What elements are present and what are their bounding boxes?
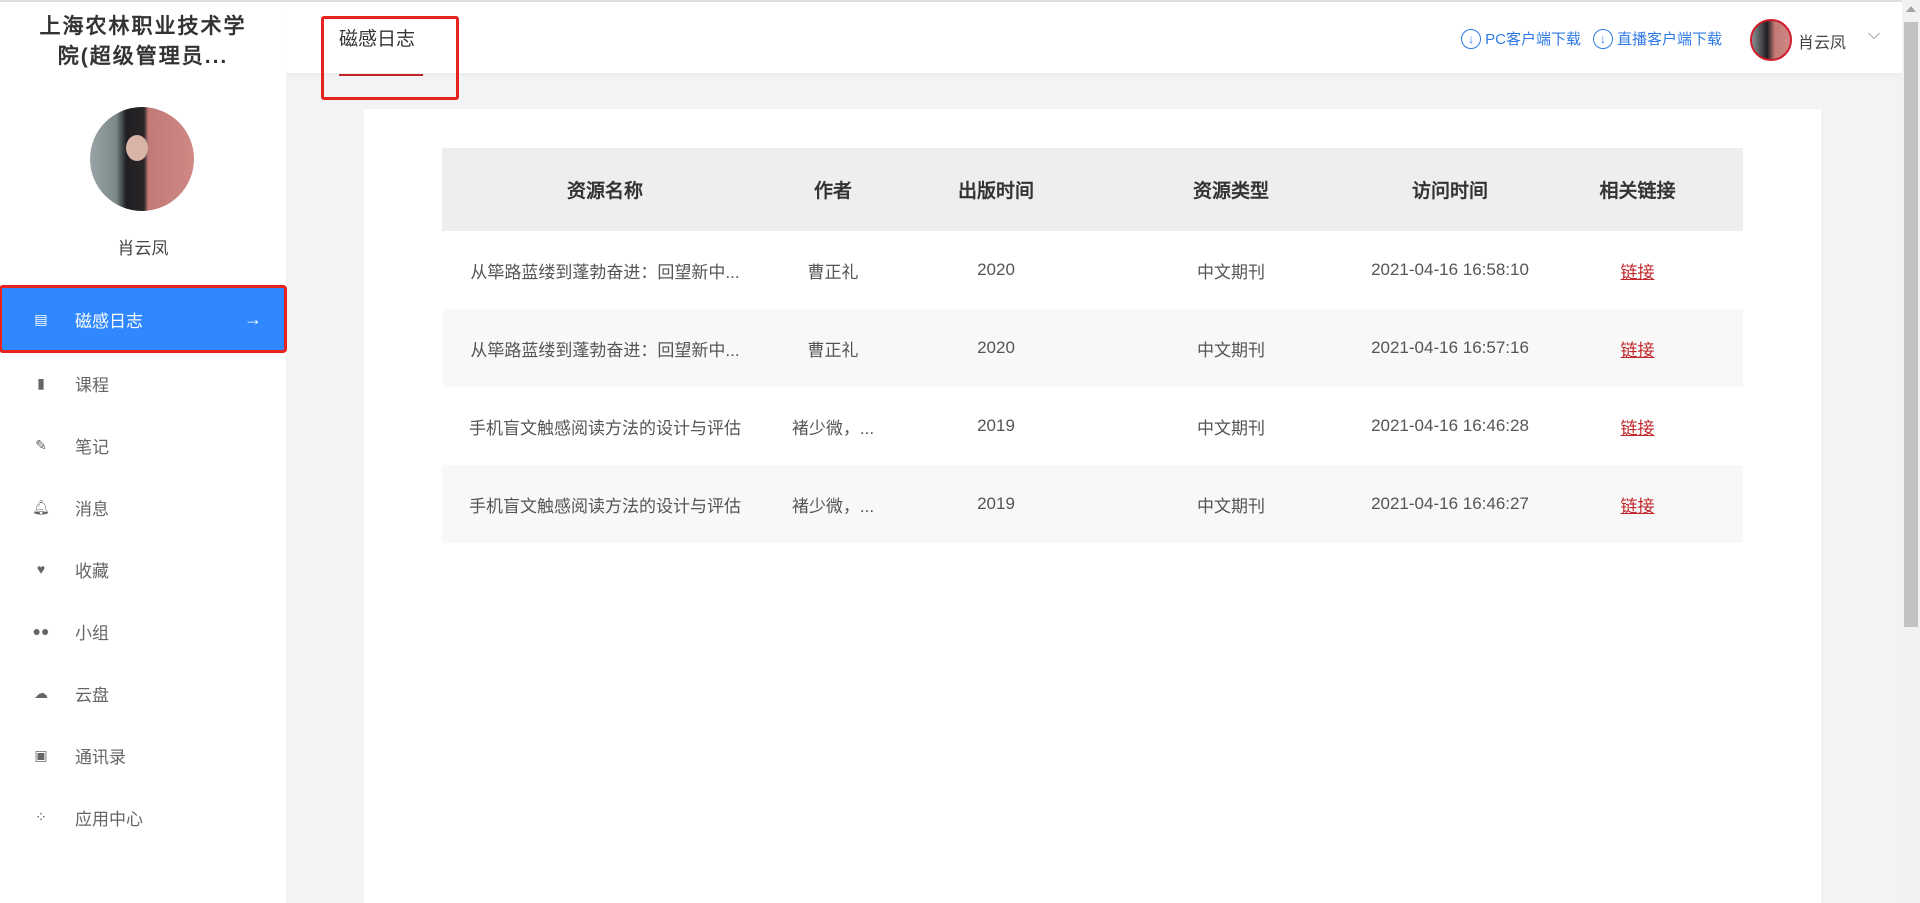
chevron-down-icon[interactable]: ⌵ — [1868, 26, 1880, 44]
arrow-right-icon: → — [244, 308, 262, 329]
sidebar-item-app-center[interactable]: ⁘ 应用中心 — [0, 786, 286, 848]
table-cell: 中文期刊 — [1197, 496, 1265, 516]
table-row: 手机盲文触感阅读方法的设计与评估 褚少微，... 2019 中文期刊 2021-04-1… — [442, 465, 1743, 543]
tab-highlight-box — [321, 16, 459, 100]
table-cell: 2019 — [977, 416, 1015, 435]
table-cell: 链接 — [1532, 387, 1743, 465]
table-cell: 中文期刊 — [1197, 340, 1265, 360]
apps-icon: ⁘ — [35, 808, 47, 825]
content-card: 资源名称 作者 出版时间 资源类型 访问时间 相关链接 从筚路蓝缕到蓬勃奋进：回… — [364, 109, 1821, 903]
header-avatar[interactable] — [1750, 19, 1792, 61]
table-cell: 2020 — [977, 260, 1015, 279]
column-header: 相关链接 — [1532, 148, 1743, 231]
sidebar-item-groups[interactable]: ●● 小组 — [0, 600, 286, 662]
table-cell: 手机盲文触感阅读方法的设计与评估 — [469, 496, 741, 516]
table-cell: 手机盲文触感阅读方法的设计与评估 — [469, 418, 741, 438]
pc-client-download-link[interactable]: ↓ PC客户端下载 — [1461, 28, 1581, 49]
sidebar-item-label: 课程 — [75, 375, 109, 395]
table-cell: 褚少微，... — [791, 496, 875, 516]
resource-link[interactable]: 链接 — [1621, 263, 1655, 282]
book-icon: ▮ — [37, 374, 45, 391]
bell-icon: 🔔︎ — [32, 498, 50, 515]
table-cell: 曹正礼 — [807, 340, 859, 360]
column-header: 访问时间 — [1368, 148, 1532, 231]
table-cell: 链接 — [1532, 231, 1743, 309]
resource-link[interactable]: 链接 — [1621, 341, 1655, 360]
pc-download-label: PC客户端下载 — [1485, 31, 1581, 48]
table-cell: 2021-04-16 16:57:16 — [1371, 338, 1529, 357]
sidebar-item-label: 笔记 — [75, 437, 109, 457]
sidebar-item-contacts[interactable]: ▣ 通讯录 — [0, 724, 286, 786]
sidebar-item-magnetic-log[interactable]: ▤ 磁感日志 → — [0, 285, 287, 353]
sidebar-item-label: 小组 — [75, 623, 109, 643]
sidebar-item-cloud-disk[interactable]: ☁ 云盘 — [0, 662, 286, 724]
org-title-line1: 上海农林职业技术学 — [39, 15, 247, 38]
table-header-row: 资源名称 作者 出版时间 资源类型 访问时间 相关链接 — [442, 148, 1743, 231]
avatar[interactable] — [90, 107, 194, 211]
table-cell: 链接 — [1532, 465, 1743, 543]
scrollbar-thumb[interactable] — [1904, 22, 1918, 627]
table-row: 从筚路蓝缕到蓬勃奋进：回望新中... 曹正礼 2020 中文期刊 2021-04-16 … — [442, 231, 1743, 309]
table-cell: 曹正礼 — [807, 262, 859, 282]
user-name: 肖云凤 — [117, 239, 169, 258]
table-cell: 2021-04-16 16:46:27 — [1371, 494, 1529, 513]
sidebar-item-label: 云盘 — [75, 685, 109, 705]
sidebar-item-courses[interactable]: ▮ 课程 — [0, 352, 286, 414]
column-header: 出版时间 — [898, 148, 1094, 231]
heart-icon: ♥ — [36, 561, 46, 577]
sidebar-item-label: 收藏 — [75, 561, 109, 581]
top-header: 磁感日志 ↓ PC客户端下载 ↓ 直播客户端下载 肖云凤 ⌵ — [286, 0, 1902, 100]
sidebar-item-label: 应用中心 — [75, 809, 143, 829]
sidebar-item-label: 消息 — [75, 499, 109, 519]
group-icon: ●● — [32, 623, 50, 639]
document-icon: ▤ — [34, 310, 48, 327]
sidebar-item-label: 通讯录 — [75, 747, 126, 767]
scroll-up-arrow-icon[interactable] — [1906, 6, 1916, 12]
sidebar-nav: ▤ 磁感日志 → ▮ 课程 ✎ 笔记 🔔︎ 消息 ♥ 收藏 ●● 小组 ☁ 云盘 ▣ 通讯录 ⁘ 应… — [0, 285, 287, 848]
contacts-icon: ▣ — [34, 746, 48, 763]
pencil-icon: ✎ — [35, 436, 47, 453]
resource-link[interactable]: 链接 — [1621, 419, 1655, 438]
table-row: 从筚路蓝缕到蓬勃奋进：回望新中... 曹正礼 2020 中文期刊 2021-04-16 … — [442, 309, 1743, 387]
table-cell: 2021-04-16 16:58:10 — [1371, 260, 1529, 279]
live-client-download-link[interactable]: ↓ 直播客户端下载 — [1592, 28, 1722, 49]
sidebar-item-label: 磁感日志 — [75, 311, 143, 331]
download-icon: ↓ — [1461, 28, 1482, 49]
download-icon: ↓ — [1592, 28, 1613, 49]
header-user-name[interactable]: 肖云凤 — [1798, 29, 1846, 53]
table-cell: 褚少微，... — [791, 418, 875, 438]
sidebar-item-notes[interactable]: ✎ 笔记 — [0, 414, 286, 476]
table-cell: 中文期刊 — [1197, 418, 1265, 438]
org-title-line2: 院(超级管理员... — [57, 45, 229, 68]
table-cell: 链接 — [1532, 309, 1743, 387]
column-header: 资源类型 — [1094, 148, 1368, 231]
cloud-upload-icon: ☁ — [34, 684, 48, 701]
sidebar-item-favorites[interactable]: ♥ 收藏 — [0, 538, 286, 600]
table-row: 手机盲文触感阅读方法的设计与评估 褚少微，... 2019 中文期刊 2021-04-1… — [442, 387, 1743, 465]
sidebar: 上海农林职业技术学 院(超级管理员... 肖云凤 ▤ 磁感日志 → ▮ 课程 ✎ 笔记 … — [0, 0, 287, 903]
access-log-table: 资源名称 作者 出版时间 资源类型 访问时间 相关链接 从筚路蓝缕到蓬勃奋进：回… — [442, 148, 1743, 543]
table-cell: 中文期刊 — [1197, 262, 1265, 282]
column-header: 资源名称 — [442, 148, 768, 231]
table-cell: 从筚路蓝缕到蓬勃奋进：回望新中... — [470, 262, 740, 282]
column-header: 作者 — [768, 148, 898, 231]
table-cell: 从筚路蓝缕到蓬勃奋进：回望新中... — [470, 340, 740, 360]
sidebar-item-messages[interactable]: 🔔︎ 消息 — [0, 476, 286, 538]
live-download-label: 直播客户端下载 — [1616, 31, 1722, 48]
resource-link[interactable]: 链接 — [1621, 497, 1655, 516]
scrollbar[interactable] — [1902, 0, 1920, 903]
table-cell: 2019 — [977, 494, 1015, 513]
table-cell: 2020 — [977, 338, 1015, 357]
org-title: 上海农林职业技术学 院(超级管理员... — [10, 12, 276, 72]
table-cell: 2021-04-16 16:46:28 — [1371, 416, 1529, 435]
